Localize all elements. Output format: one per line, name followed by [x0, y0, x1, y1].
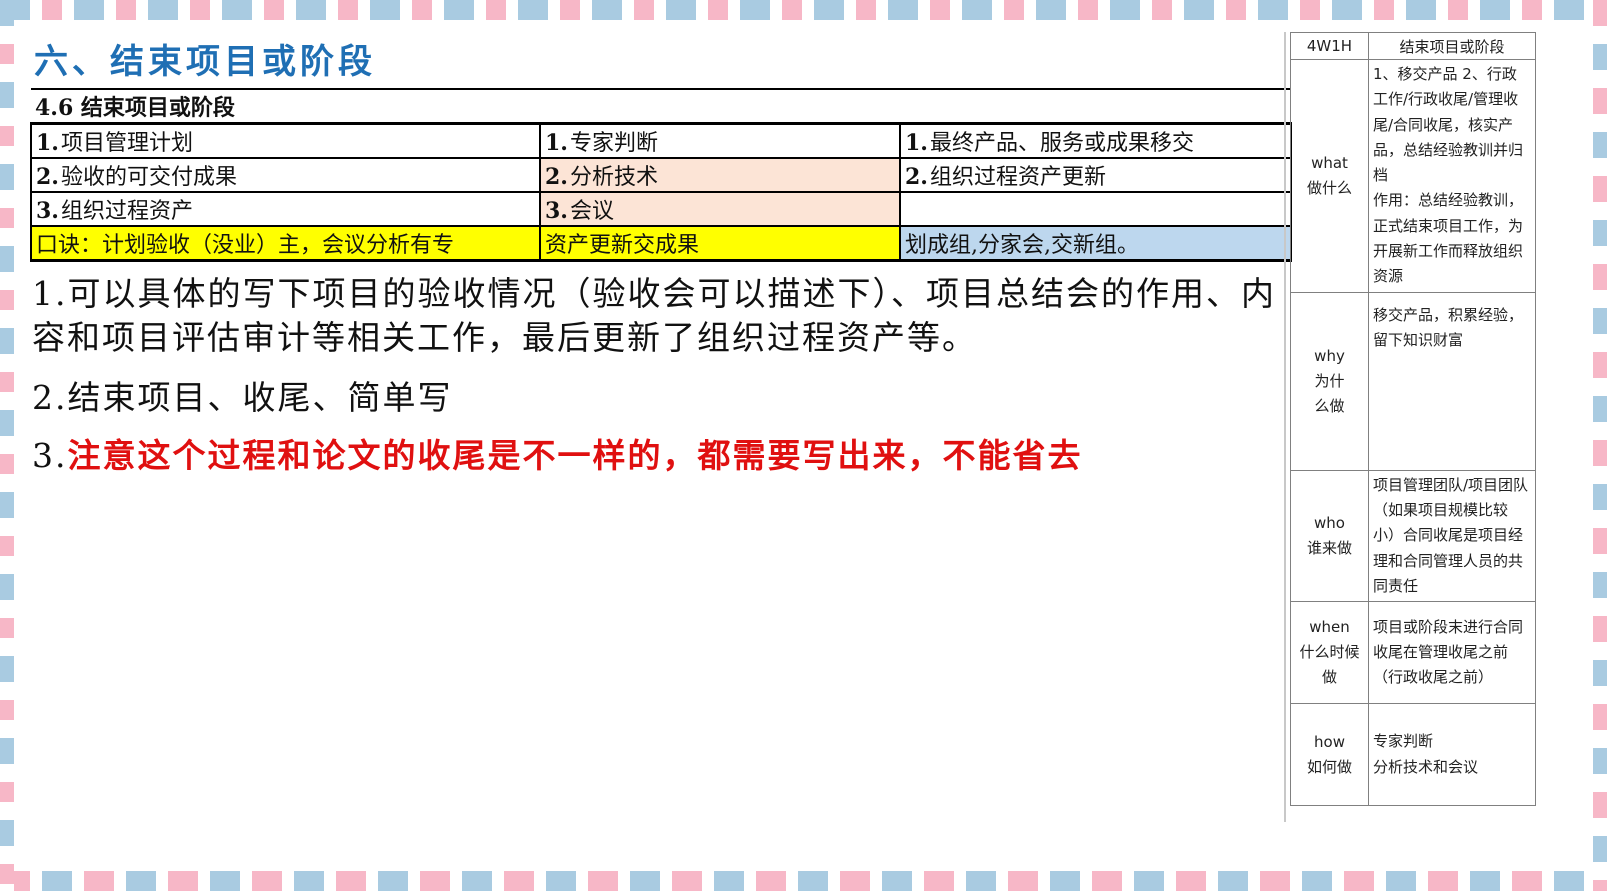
- paragraph-3: 3.注意这个过程和论文的收尾是不一样的，都需要写出来，不能省去: [32, 436, 1083, 475]
- tool-cell: 2.分析技术: [539, 158, 901, 193]
- panel-divider: [1284, 32, 1286, 822]
- table-row: 1.项目管理计划 1.专家判断 1.最终产品、服务或成果移交: [30, 123, 1292, 159]
- tool-cell: 1.专家判断: [539, 123, 901, 159]
- process-header: 4.6 结束项目或阶段: [31, 90, 1291, 125]
- output-cell: [899, 192, 1292, 227]
- paragraph-1: 1.可以具体的写下项目的验收情况（验收会可以描述下）、项目总结会的作用、内容和项…: [32, 274, 1276, 357]
- 4w1h-table: 4W1H 结束项目或阶段 what 做什么 1、移交产品 2、行政工作/行政收尾/…: [1290, 32, 1536, 807]
- tool-cell: 3.会议: [539, 192, 901, 227]
- warning-text: 注意这个过程和论文的收尾是不一样的，都需要写出来，不能省去: [67, 436, 1083, 475]
- 4w1h-row-who: who 谁来做 项目管理团队/项目团队（如果项目规模比较小）合同收尾是项目经理和合…: [1290, 469, 1536, 603]
- mnemonic-inputs: 口诀：计划验收（没业）主，会议分析有专: [30, 226, 541, 262]
- body-text: 1.可以具体的写下项目的验收情况（验收会可以描述下）、项目总结会的作用、内容和项…: [32, 272, 1302, 478]
- output-cell: 1.最终产品、服务或成果移交: [899, 123, 1292, 159]
- input-cell: 1.项目管理计划: [30, 123, 541, 159]
- 4w1h-header-key: 4W1H: [1290, 32, 1369, 60]
- border-right: [1593, 0, 1607, 891]
- 4w1h-row-how: how 如何做 专家判断 分析技术和会议: [1290, 703, 1536, 807]
- 4w1h-row-when: when 什么时候做 项目或阶段末进行合同收尾在管理收尾之前（行政收尾之前）: [1290, 601, 1536, 705]
- table-row: 2.验收的可交付成果 2.分析技术 2.组织过程资产更新: [30, 158, 1292, 193]
- 4w1h-row-what: what 做什么 1、移交产品 2、行政工作/行政收尾/管理收尾/合同收尾，核实产…: [1290, 59, 1536, 293]
- slide-title: 六、结束项目或阶段: [34, 42, 376, 82]
- border-top: [0, 0, 1607, 20]
- border-left: [0, 0, 14, 891]
- border-bottom: [0, 871, 1607, 891]
- mnemonic-outputs: 划成组,分家会,交新组。: [899, 226, 1292, 262]
- output-cell: 2.组织过程资产更新: [899, 158, 1292, 193]
- slide-canvas: 六、结束项目或阶段 4.6 结束项目或阶段 1.项目管理计划 1.专家判断 1.…: [14, 20, 1593, 871]
- input-cell: 2.验收的可交付成果: [30, 158, 541, 193]
- 4w1h-header-value: 结束项目或阶段: [1368, 32, 1536, 60]
- input-cell: 3.组织过程资产: [30, 192, 541, 227]
- paragraph-2: 2.结束项目、收尾、简单写: [32, 378, 453, 417]
- mnemonic-tools: 资产更新交成果: [539, 226, 901, 262]
- 4w1h-row-why: why 为什么做 移交产品，积累经验，留下知识财富: [1290, 291, 1536, 471]
- table-row: 3.组织过程资产 3.会议: [30, 192, 1292, 227]
- process-table: 4.6 结束项目或阶段 1.项目管理计划 1.专家判断 1.最终产品、服务或成果…: [30, 88, 1292, 262]
- mnemonic-row: 口诀：计划验收（没业）主，会议分析有专 资产更新交成果 划成组,分家会,交新组。: [30, 226, 1292, 262]
